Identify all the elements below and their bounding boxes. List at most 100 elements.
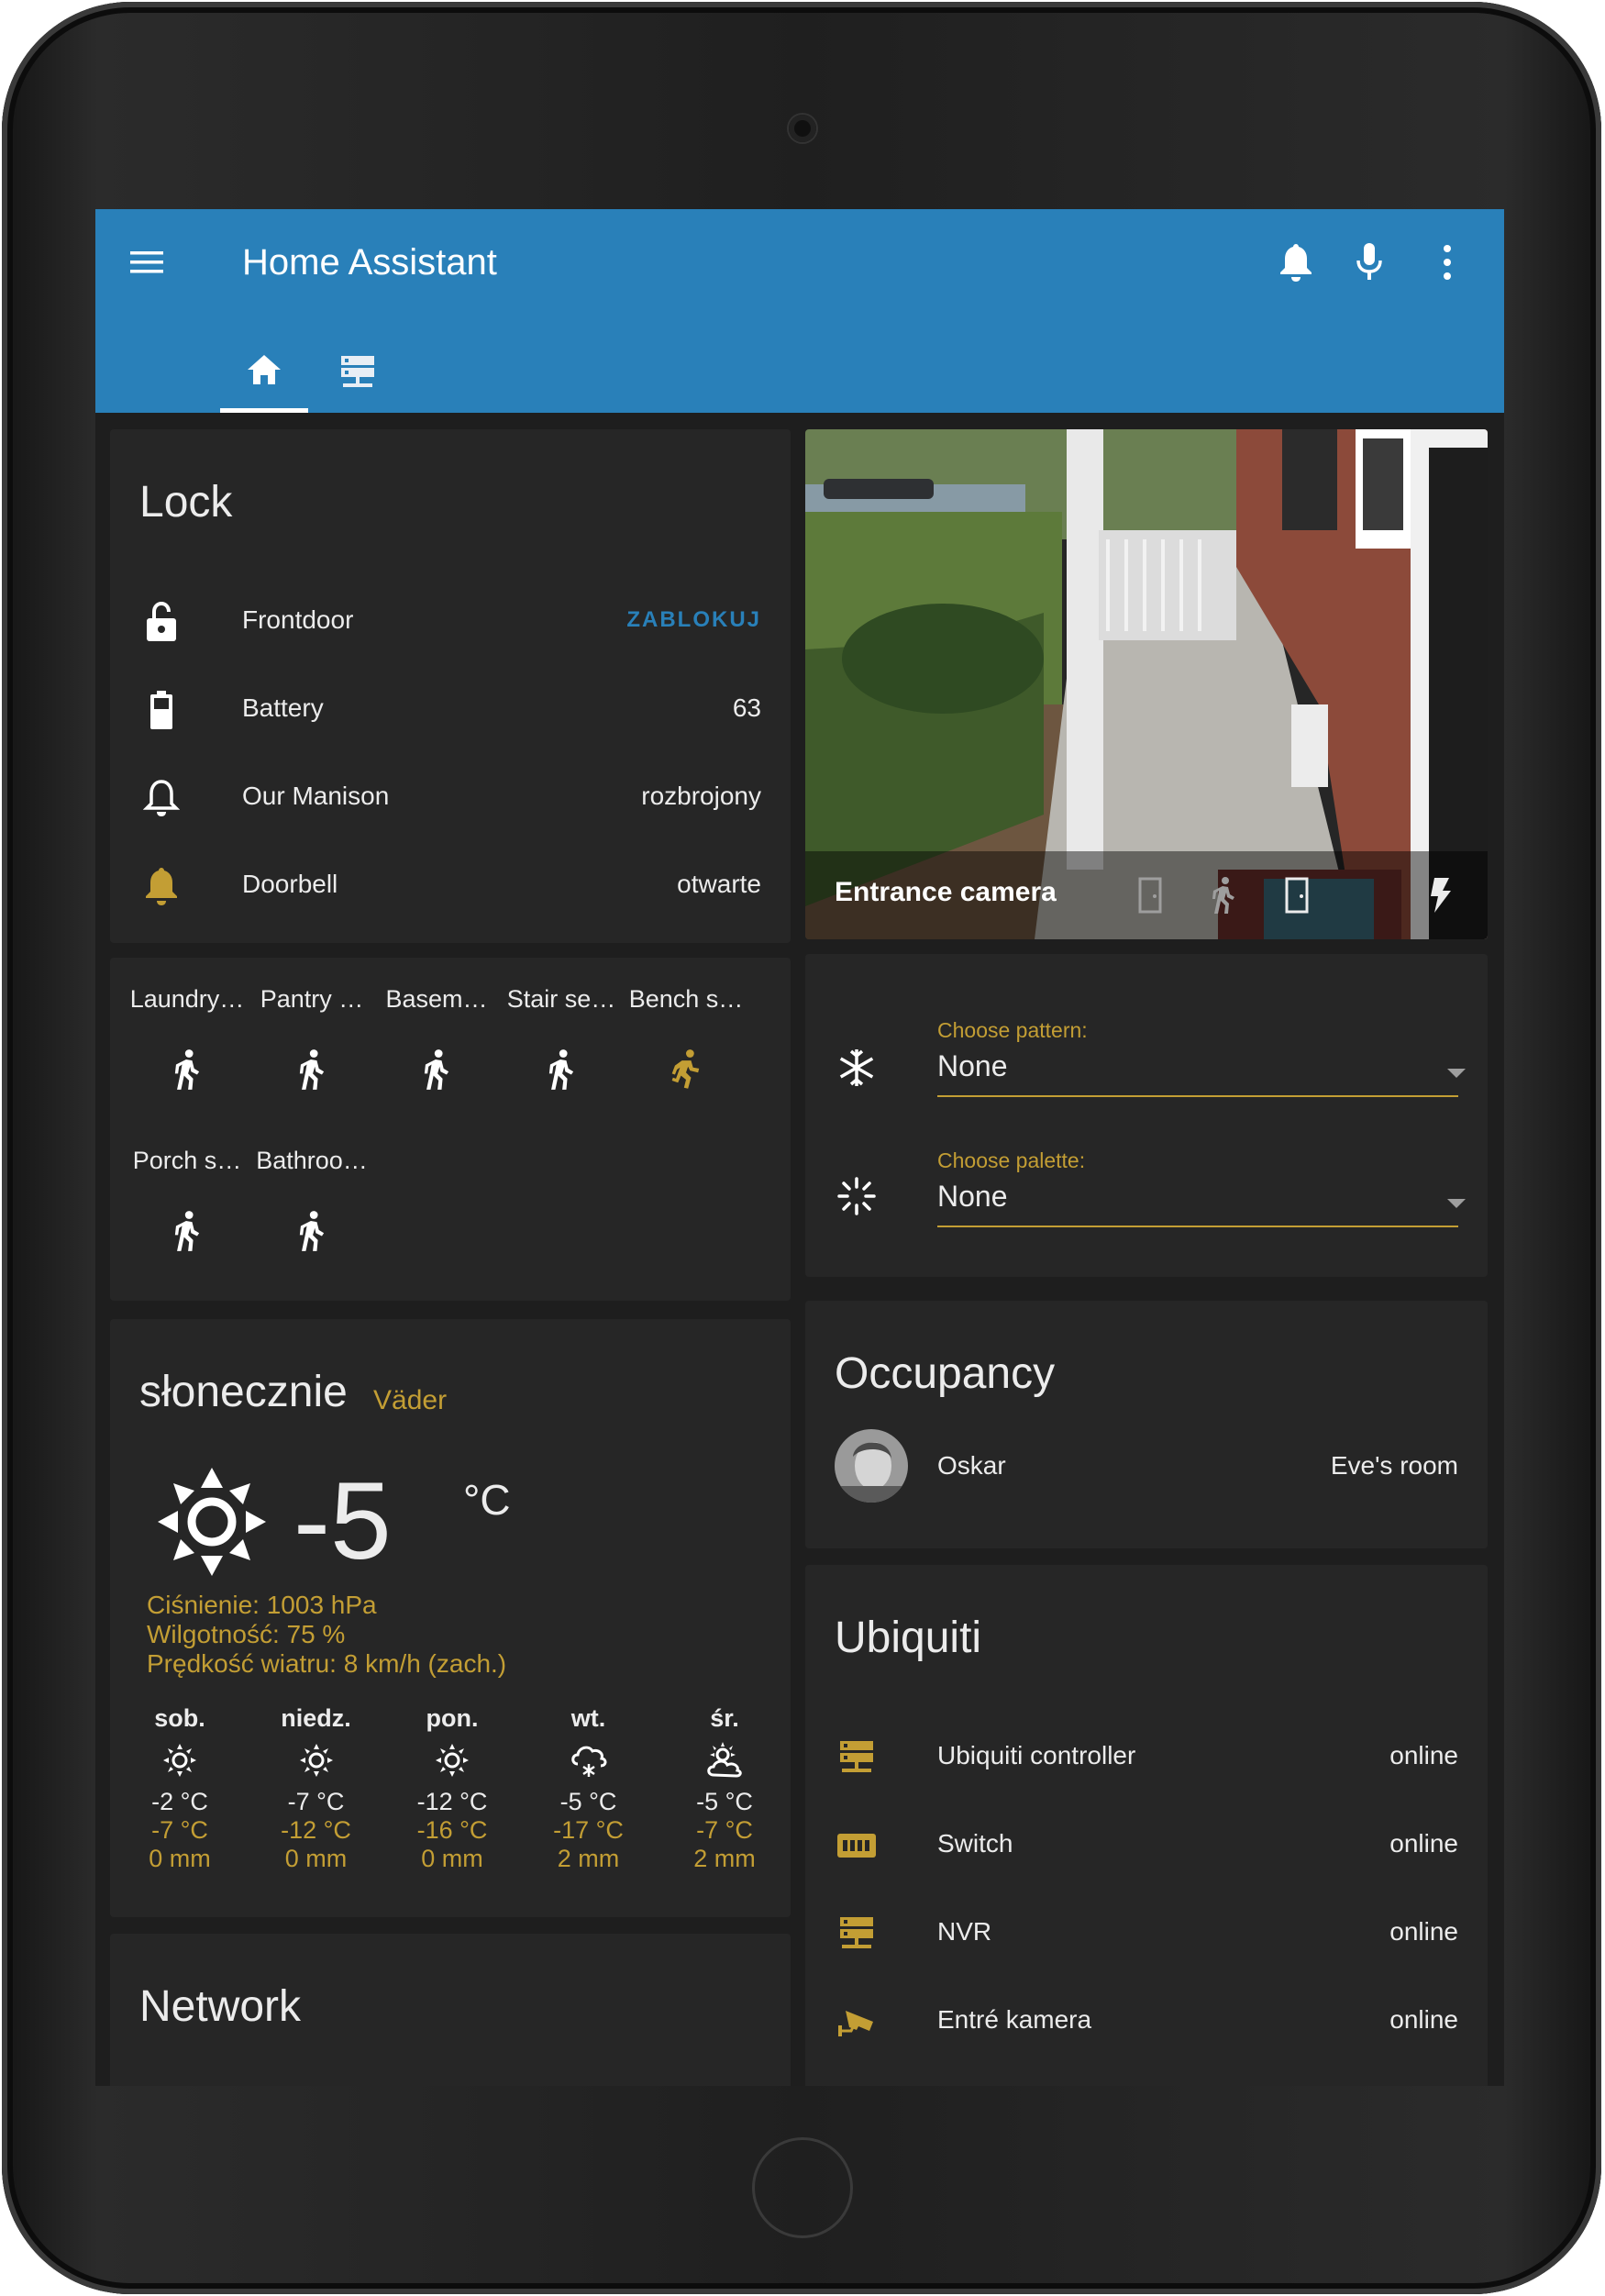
entity-name: Entré kamera [937,2005,1092,2034]
person-name: Oskar [937,1451,1006,1480]
glance-item-name: Bench s… [628,985,744,1013]
glance-item-name: Porch s… [132,1147,242,1174]
forecast-day-name: śr. [710,1704,739,1732]
glance-item[interactable]: Porch s… [125,1134,249,1281]
app-title: Home Assistant [242,242,497,283]
forecast-high: -2 °C [151,1788,208,1815]
card-title: Network [139,1982,302,2031]
walk-icon [249,1048,374,1091]
forecast-day: śr. -5 °C -7 °C 2 mm [670,1704,780,1873]
entity-state: otwarte [677,870,761,898]
input-select-card: Choose pattern: None Choose palette: Non… [805,954,1488,1277]
temperature-unit: °C [463,1476,511,1524]
walk-icon [499,1048,624,1091]
entity-name: Ubiquiti controller [937,1741,1136,1769]
entity-name: Our Manison [242,782,390,810]
avatar[interactable] [835,1429,908,1503]
weather-card[interactable]: słonecznie Väder -5 °C Ciśnienie: 1003 h… [110,1319,791,1917]
forecast-precipitation: 0 mm [284,1845,348,1872]
tab-network[interactable] [314,336,402,413]
forecast-high: -12 °C [416,1788,488,1815]
snowflake-icon [835,1046,879,1090]
entity-state: online [1389,1917,1458,1946]
door-icon[interactable] [1275,873,1319,917]
card-title: Occupancy [835,1349,1056,1398]
chevron-down-icon[interactable] [1447,1199,1466,1208]
palette-select[interactable]: None [937,1180,1008,1214]
server-network-icon [339,354,376,395]
bell-icon[interactable] [1274,240,1318,284]
glance-item[interactable]: Basem… [374,972,499,1119]
weather-wind: Prędkość wiatru: 8 km/h (zach.) [147,1649,507,1678]
glance-item[interactable]: Laundry… [125,972,249,1119]
lock-card: Lock Frontdoor ZABLOKUJ Battery 63 Our M… [110,429,791,943]
forecast-high: -5 °C [696,1788,753,1815]
app-header: Home Assistant [95,209,1504,413]
flash-icon[interactable] [1418,873,1462,917]
pattern-select[interactable]: None [937,1049,1008,1083]
entity-row-doorbell[interactable]: Doorbell otwarte [110,842,791,930]
entity-state: rozbrojony [641,782,761,810]
select-underline [937,1226,1458,1227]
glance-item[interactable]: Bench s… [624,972,748,1119]
walk-icon [374,1048,499,1091]
menu-icon[interactable] [128,244,165,281]
forecast-low: -7 °C [696,1816,753,1844]
tab-home[interactable] [220,336,308,413]
entity-row[interactable]: Ubiquiti controller online [805,1714,1488,1802]
lock-open-icon [139,600,183,644]
forecast-precipitation: 0 mm [421,1845,483,1872]
partly-cloudy-icon [670,1733,780,1788]
forecast-precipitation: 0 mm [149,1845,211,1872]
forecast-day: niedz. -7 °C -12 °C 0 mm [261,1704,371,1873]
entity-state: 63 [732,693,761,722]
sunny-icon [156,1466,268,1578]
forecast-day-name: wt. [570,1704,606,1732]
glance-item-name: Pantry … [260,985,364,1013]
server-network-icon [835,1912,879,1956]
select-label: Choose palette: [937,1148,1086,1172]
forecast-day-name: pon. [426,1704,479,1732]
server-network-icon [835,1736,879,1780]
camera-card[interactable]: Entrance camera [805,429,1488,939]
glance-item[interactable]: Stair se… [499,972,624,1119]
entity-row[interactable]: NVR online [805,1890,1488,1978]
walk-icon [125,1210,249,1252]
occupancy-card: Occupancy Oskar Eve's room [805,1301,1488,1548]
card-title: Ubiquiti [835,1614,982,1662]
forecast-high: -5 °C [559,1788,617,1815]
forecast-low: -16 °C [416,1816,488,1844]
chevron-down-icon[interactable] [1447,1069,1466,1078]
person-state: Eve's room [1330,1451,1458,1480]
motion-sensors-card: Laundry… Pantry … Basem… Stair se… Bench s… P… [110,958,791,1301]
glance-item-name: Stair se… [506,985,616,1013]
ubiquiti-card: Ubiquiti Ubiquiti controller online Switch… [805,1565,1488,2086]
glance-item-name: Laundry… [129,985,245,1013]
cctv-icon [835,2000,879,2044]
lock-button[interactable]: ZABLOKUJ [626,607,761,633]
camera-footer: Entrance camera [805,851,1488,939]
entity-name: NVR [937,1917,992,1946]
entity-state: online [1389,1829,1458,1858]
battery-icon [139,688,183,732]
forecast-low: -17 °C [553,1816,624,1844]
card-title: Lock [139,478,233,527]
entity-row-frontdoor[interactable]: Frontdoor ZABLOKUJ [110,578,791,666]
network-card: Network [110,1934,791,2086]
home-hardware-button[interactable] [752,2137,853,2238]
microphone-icon[interactable] [1347,240,1391,284]
glance-item[interactable]: Bathroo… [249,1134,374,1281]
glance-item[interactable]: Pantry … [249,972,374,1119]
door-closed-icon[interactable] [1128,873,1172,917]
dots-vertical-icon[interactable] [1425,240,1469,284]
entity-state: online [1389,1741,1458,1769]
entity-row-alarm[interactable]: Our Manison rozbrojony [110,754,791,842]
entity-row[interactable]: Total clients18 [805,2066,1488,2086]
walk-icon[interactable] [1201,873,1245,917]
entity-row[interactable]: Switch online [805,1802,1488,1890]
weather-pressure: Ciśnienie: 1003 hPa [147,1591,377,1619]
forecast-precipitation: 2 mm [693,1845,756,1872]
entity-row[interactable]: Entré kamera online [805,1978,1488,2066]
entity-row-battery[interactable]: Battery 63 [110,666,791,754]
forecast-low: -7 °C [151,1816,208,1844]
